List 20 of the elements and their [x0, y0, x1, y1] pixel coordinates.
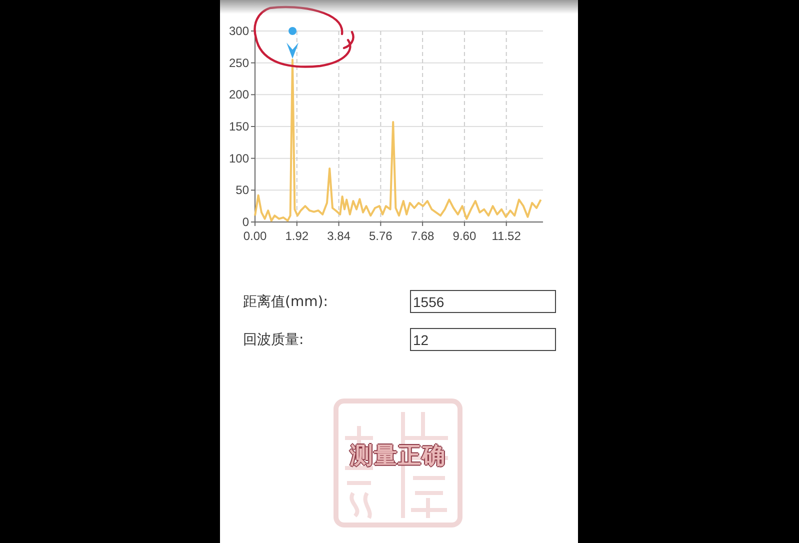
- x-tick-label: 5.76: [369, 229, 392, 243]
- field-label: 距离值(mm):: [243, 292, 328, 310]
- y-tick-label: 200: [228, 88, 249, 102]
- peak-marker-icon: [286, 27, 299, 59]
- y-tick-label: 100: [228, 151, 249, 166]
- x-tick-label: 3.84: [327, 229, 350, 243]
- x-tick-label: 7.68: [410, 229, 434, 243]
- y-tick-label: 250: [228, 56, 249, 70]
- stamp-text: 测量正确: [348, 442, 447, 471]
- x-tick-label: 9.60: [452, 229, 476, 243]
- input-field[interactable]: 1556: [410, 290, 556, 313]
- x-tick-label: 1.92: [285, 229, 309, 243]
- y-tick-label: 150: [228, 120, 249, 134]
- y-tick-label: 0: [242, 215, 249, 229]
- input-field[interactable]: 12: [410, 328, 556, 351]
- x-tick-label: 11.52: [492, 229, 521, 243]
- y-tick-label: 300: [228, 24, 249, 38]
- x-tick-label: 0.00: [243, 229, 267, 243]
- field-label: 回波质量:: [243, 330, 304, 348]
- y-tick-label: 50: [236, 183, 249, 198]
